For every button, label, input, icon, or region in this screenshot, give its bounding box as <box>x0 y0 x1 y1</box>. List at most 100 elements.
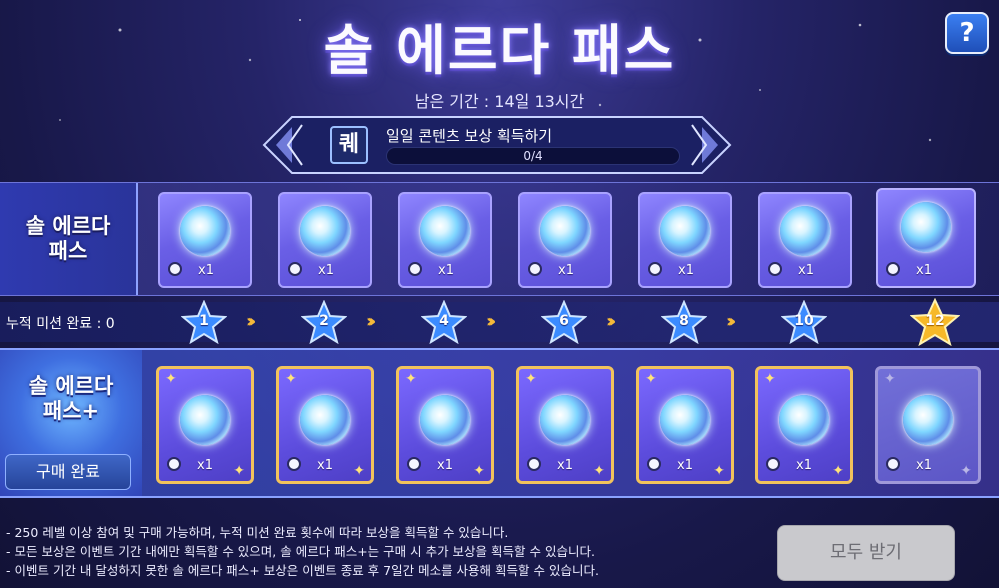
reward-quantity: x1 <box>678 263 694 278</box>
milestone-star-12: 12 <box>910 298 960 346</box>
erda-orb-icon <box>180 206 230 256</box>
sparkle-icon: ✦ <box>285 371 297 387</box>
free-reward-card-6[interactable]: x1 <box>758 192 852 288</box>
erda-orb-icon <box>901 202 951 252</box>
sparkle-icon: ✦ <box>233 463 245 479</box>
free-reward-card-3[interactable]: x1 <box>398 192 492 288</box>
free-reward-card-1[interactable]: x1 <box>158 192 252 288</box>
milestone-number: 10 <box>794 313 814 329</box>
reward-quantity: x1 <box>557 458 573 473</box>
clock-icon <box>287 457 301 471</box>
chevron-right-icon: ››› <box>246 311 257 332</box>
free-reward-card-5[interactable]: x1 <box>638 192 732 288</box>
plus-reward-card-7[interactable]: ✦ x1 ✦ <box>875 366 981 484</box>
plus-reward-card-4[interactable]: ✦ x1 ✦ <box>516 366 614 484</box>
reward-quantity: x1 <box>798 263 814 278</box>
sparkle-icon: ✦ <box>960 463 972 479</box>
sparkle-icon: ✦ <box>884 371 896 387</box>
quest-icon: 퀘 <box>330 126 368 164</box>
remaining-period: 남은 기간 : 14일 13시간 <box>414 92 585 111</box>
plus-pass-label: 솔 에르다 패스+ <box>0 374 142 424</box>
sparkle-icon: ✦ <box>593 463 605 479</box>
reward-quantity: x1 <box>916 263 932 278</box>
erda-orb-icon <box>779 395 829 445</box>
clock-icon <box>647 457 661 471</box>
sparkle-icon: ✦ <box>525 371 537 387</box>
erda-orb-icon <box>180 395 230 445</box>
free-pass-label-line2: 패스 <box>48 239 88 263</box>
chevron-right-icon: ››› <box>606 311 617 332</box>
milestone-number: 6 <box>559 313 569 329</box>
help-button[interactable]: ? <box>945 12 989 54</box>
note-line: - 250 레벨 이상 참여 및 구매 가능하며, 누적 미션 완료 횟수에 따… <box>6 525 509 540</box>
note-line: - 이벤트 기간 내 달성하지 못한 솔 에르다 패스+ 보상은 이벤트 종료 … <box>6 563 599 578</box>
daily-mission-banner: 퀘 일일 콘텐츠 보상 획득하기 0/4 <box>262 113 732 177</box>
reward-quantity: x1 <box>677 458 693 473</box>
page-title: 솔 에르다 패스 <box>323 19 676 82</box>
sparkle-icon: ✦ <box>405 371 417 387</box>
plus-reward-card-5[interactable]: ✦ x1 ✦ <box>636 366 734 484</box>
plus-reward-card-6[interactable]: ✦ x1 ✦ <box>755 366 853 484</box>
milestone-star-6: 6 <box>541 300 587 344</box>
plus-pass-label-line2: 패스+ <box>42 399 100 423</box>
free-pass-label: 솔 에르다 패스 <box>0 183 138 295</box>
clock-icon <box>886 457 900 471</box>
erda-orb-icon <box>903 395 953 445</box>
erda-orb-icon <box>300 206 350 256</box>
milestone-number: 12 <box>925 313 945 329</box>
clock-icon <box>167 457 181 471</box>
reward-quantity: x1 <box>317 458 333 473</box>
milestone-star-8: 8 <box>661 300 707 344</box>
milestone-star-2: 2 <box>301 300 347 344</box>
clock-icon <box>648 262 662 276</box>
plus-pass-label-panel: 솔 에르다 패스+ 구매 완료 <box>0 350 142 496</box>
sparkle-icon: ✦ <box>645 371 657 387</box>
sparkle-icon: ✦ <box>165 371 177 387</box>
note-line: - 모든 보상은 이벤트 기간 내에만 획득할 수 있으며, 솔 에르다 패스+… <box>6 544 595 559</box>
milestone-number: 4 <box>439 313 449 329</box>
reward-quantity: x1 <box>197 458 213 473</box>
chevron-right-icon: ››› <box>726 311 737 332</box>
erda-orb-icon <box>420 395 470 445</box>
milestone-star-4: 4 <box>421 300 467 344</box>
clock-icon <box>168 262 182 276</box>
free-reward-card-7[interactable]: x1 <box>876 188 976 288</box>
erda-orb-icon <box>660 206 710 256</box>
reward-quantity: x1 <box>438 263 454 278</box>
purchase-complete-button[interactable]: 구매 완료 <box>5 454 131 490</box>
erda-orb-icon <box>420 206 470 256</box>
mission-progress-bar: 0/4 <box>386 147 680 165</box>
sparkle-icon: ✦ <box>764 371 776 387</box>
free-pass-label-line1: 솔 에르다 <box>25 214 111 238</box>
reward-quantity: x1 <box>796 458 812 473</box>
clock-icon <box>408 262 422 276</box>
erda-orb-icon <box>540 206 590 256</box>
erda-orb-icon <box>660 395 710 445</box>
erda-orb-icon <box>780 206 830 256</box>
event-notes: - 250 레벨 이상 참여 및 구매 가능하며, 누적 미션 완료 횟수에 따… <box>6 523 599 580</box>
clock-icon <box>527 457 541 471</box>
plus-pass-label-line1: 솔 에르다 <box>28 374 114 398</box>
clock-icon <box>528 262 542 276</box>
reward-quantity: x1 <box>437 458 453 473</box>
mission-progress-track: 누적 미션 완료 : 0 <box>0 302 999 342</box>
claim-all-button[interactable]: 모두 받기 <box>777 525 955 581</box>
plus-reward-card-3[interactable]: ✦ x1 ✦ <box>396 366 494 484</box>
milestone-star-10: 10 <box>781 300 827 344</box>
mission-label: 일일 콘텐츠 보상 획득하기 <box>386 127 553 145</box>
reward-quantity: x1 <box>916 458 932 473</box>
free-reward-card-4[interactable]: x1 <box>518 192 612 288</box>
sparkle-icon: ✦ <box>353 463 365 479</box>
milestone-number: 1 <box>199 313 209 329</box>
clock-icon <box>288 262 302 276</box>
sparkle-icon: ✦ <box>713 463 725 479</box>
reward-quantity: x1 <box>198 263 214 278</box>
chevron-right-icon: ››› <box>486 311 497 332</box>
free-reward-card-2[interactable]: x1 <box>278 192 372 288</box>
plus-reward-card-1[interactable]: ✦ x1 ✦ <box>156 366 254 484</box>
milestone-number: 8 <box>679 313 689 329</box>
clock-icon <box>886 262 900 276</box>
sparkle-icon: ✦ <box>832 463 844 479</box>
reward-quantity: x1 <box>558 263 574 278</box>
plus-reward-card-2[interactable]: ✦ x1 ✦ <box>276 366 374 484</box>
